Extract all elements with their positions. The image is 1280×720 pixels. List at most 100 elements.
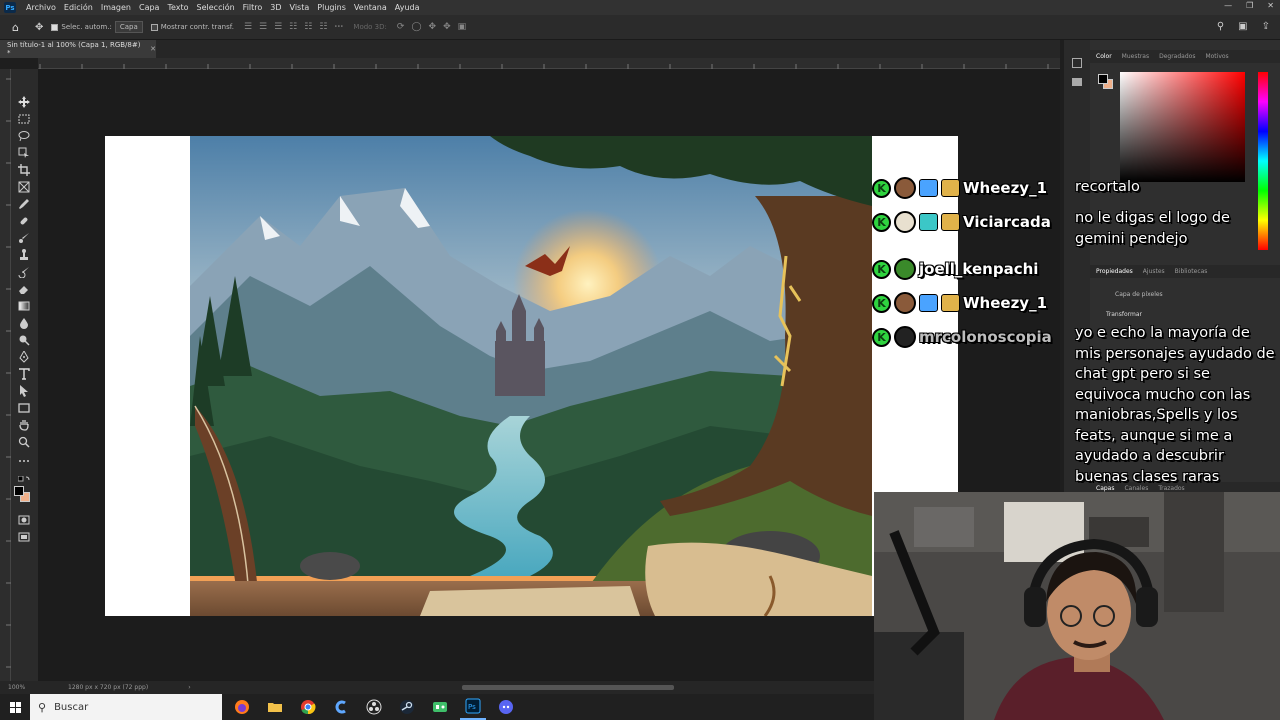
- align-bottom-icon[interactable]: ☷: [319, 22, 327, 32]
- tab-properties[interactable]: Propiedades: [1096, 268, 1133, 275]
- close-icon[interactable]: ✕: [1267, 1, 1274, 10]
- tab-color[interactable]: Color: [1096, 53, 1112, 60]
- move-tool-icon[interactable]: [18, 93, 30, 108]
- menu-ayuda[interactable]: Ayuda: [391, 3, 424, 12]
- pan-3d-icon[interactable]: ✥: [429, 22, 437, 32]
- obs-icon[interactable]: [361, 694, 387, 720]
- eraser-tool-icon[interactable]: [18, 280, 30, 294]
- type-tool-icon[interactable]: [18, 365, 30, 380]
- menu-edicion[interactable]: Edición: [60, 3, 97, 12]
- menu-3d[interactable]: 3D: [266, 3, 285, 12]
- firefox-icon[interactable]: [229, 694, 255, 720]
- taskbar-search[interactable]: ⚲ Buscar: [30, 694, 222, 720]
- camera-3d-icon[interactable]: ▣: [458, 22, 467, 32]
- menu-filtro[interactable]: Filtro: [239, 3, 267, 12]
- horizontal-ruler: [38, 58, 1060, 69]
- lasso-tool-icon[interactable]: [18, 127, 30, 142]
- swap-colors-icon[interactable]: [17, 473, 30, 485]
- windows-logo-icon: [9, 701, 21, 713]
- auto-select-dropdown[interactable]: Capa: [114, 21, 143, 33]
- transform-controls-checkbox[interactable]: [150, 23, 158, 31]
- chat-user-row: K joell_kenpachi: [872, 257, 1038, 281]
- marquee-tool-icon[interactable]: [18, 110, 30, 124]
- game-app-icon[interactable]: [427, 694, 453, 720]
- home-icon[interactable]: ⌂: [12, 21, 19, 34]
- edit-toolbar-icon[interactable]: [18, 452, 30, 464]
- quick-mask-icon[interactable]: [18, 511, 30, 525]
- move-tool-preset-icon[interactable]: ✥: [35, 22, 43, 33]
- transform-section-label[interactable]: Transformar: [1106, 311, 1142, 318]
- color-panel-swatches[interactable]: [1098, 74, 1114, 90]
- align-middle-icon[interactable]: ☷: [304, 22, 312, 32]
- pixel-layer-label: Capa de píxeles: [1115, 291, 1163, 298]
- auto-select-checkbox[interactable]: [51, 23, 59, 31]
- steam-icon[interactable]: [394, 694, 420, 720]
- tab-swatches[interactable]: Muestras: [1122, 53, 1149, 60]
- more-options-icon[interactable]: ⋯: [334, 22, 343, 32]
- path-selection-tool-icon[interactable]: [18, 382, 30, 397]
- hand-tool-icon[interactable]: [18, 416, 30, 431]
- hue-slider[interactable]: [1258, 72, 1268, 250]
- menu-archivo[interactable]: Archivo: [22, 3, 60, 12]
- foreground-color-swatch[interactable]: [14, 486, 24, 496]
- clone-stamp-tool-icon[interactable]: [18, 246, 30, 260]
- menu-seleccion[interactable]: Selección: [193, 3, 239, 12]
- gradient-tool-icon[interactable]: [18, 297, 30, 311]
- top-right-icons: ⚲ ▣ ⇪: [1217, 21, 1270, 32]
- horizontal-scrollbar[interactable]: [462, 685, 674, 690]
- crop-tool-icon[interactable]: [18, 161, 30, 176]
- tab-adjustments[interactable]: Ajustes: [1143, 268, 1165, 275]
- minimize-icon[interactable]: —: [1224, 1, 1232, 10]
- slide-3d-icon[interactable]: ✥: [443, 22, 451, 32]
- align-right-icon[interactable]: ☰: [274, 22, 282, 32]
- zoom-level[interactable]: 100%: [8, 684, 68, 691]
- blur-tool-icon[interactable]: [18, 314, 30, 329]
- menu-texto[interactable]: Texto: [163, 3, 192, 12]
- object-select-tool-icon[interactable]: [18, 144, 30, 158]
- status-expand-icon[interactable]: ›: [188, 684, 190, 691]
- kick-badge-icon: K: [872, 327, 891, 347]
- close-tab-icon[interactable]: ✕: [150, 45, 156, 53]
- tab-patterns[interactable]: Motivos: [1205, 53, 1228, 60]
- brush-tool-icon[interactable]: [18, 229, 30, 243]
- menu-imagen[interactable]: Imagen: [97, 3, 135, 12]
- restore-icon[interactable]: ❐: [1246, 1, 1253, 10]
- share-icon[interactable]: ⇪: [1262, 21, 1270, 32]
- search-icon[interactable]: ⚲: [1217, 21, 1224, 32]
- menu-ventana[interactable]: Ventana: [350, 3, 391, 12]
- chat-user-row: K Viciarcada: [872, 210, 1051, 234]
- zoom-tool-icon[interactable]: [18, 433, 30, 448]
- fantasy-landscape-image[interactable]: [190, 136, 872, 616]
- pen-tool-icon[interactable]: [18, 348, 30, 363]
- eyedropper-tool-icon[interactable]: [18, 195, 30, 209]
- start-button[interactable]: [0, 694, 30, 720]
- menu-plugins[interactable]: Plugins: [313, 3, 350, 12]
- photoshop-taskbar-icon[interactable]: Ps: [460, 694, 486, 720]
- discord-icon[interactable]: [493, 694, 519, 720]
- frame-tool-icon[interactable]: [18, 178, 30, 193]
- healing-brush-tool-icon[interactable]: [18, 212, 30, 225]
- history-panel-icon[interactable]: [1072, 58, 1082, 68]
- document-tab[interactable]: Sin título-1 al 100% (Capa 1, RGB/8#) * …: [0, 40, 156, 58]
- c-app-icon[interactable]: [328, 694, 354, 720]
- menu-capa[interactable]: Capa: [135, 3, 163, 12]
- chrome-icon[interactable]: [295, 694, 321, 720]
- roll-3d-icon[interactable]: ◯: [411, 22, 421, 32]
- align-center-icon[interactable]: ☰: [259, 22, 267, 32]
- color-picker-field[interactable]: [1120, 72, 1245, 182]
- align-top-icon[interactable]: ☷: [289, 22, 297, 32]
- history-brush-tool-icon[interactable]: [18, 263, 30, 279]
- stream-chat-usernames: K Wheezy_1 K Viciarcada K joell_kenpachi…: [872, 176, 1066, 356]
- orbit-3d-icon[interactable]: ⟳: [397, 22, 405, 32]
- tab-gradients[interactable]: Degradados: [1159, 53, 1195, 60]
- workspace-icon[interactable]: ▣: [1238, 21, 1247, 32]
- file-explorer-icon[interactable]: [262, 694, 288, 720]
- align-left-icon[interactable]: ☰: [244, 22, 252, 32]
- screen-mode-icon[interactable]: [18, 528, 30, 542]
- comments-panel-icon[interactable]: [1072, 78, 1082, 86]
- dodge-tool-icon[interactable]: [18, 331, 30, 346]
- tab-libraries[interactable]: Bibliotecas: [1175, 268, 1208, 275]
- rectangle-tool-icon[interactable]: [18, 399, 30, 413]
- foreground-background-swatches[interactable]: [14, 486, 30, 502]
- menu-vista[interactable]: Vista: [286, 3, 314, 12]
